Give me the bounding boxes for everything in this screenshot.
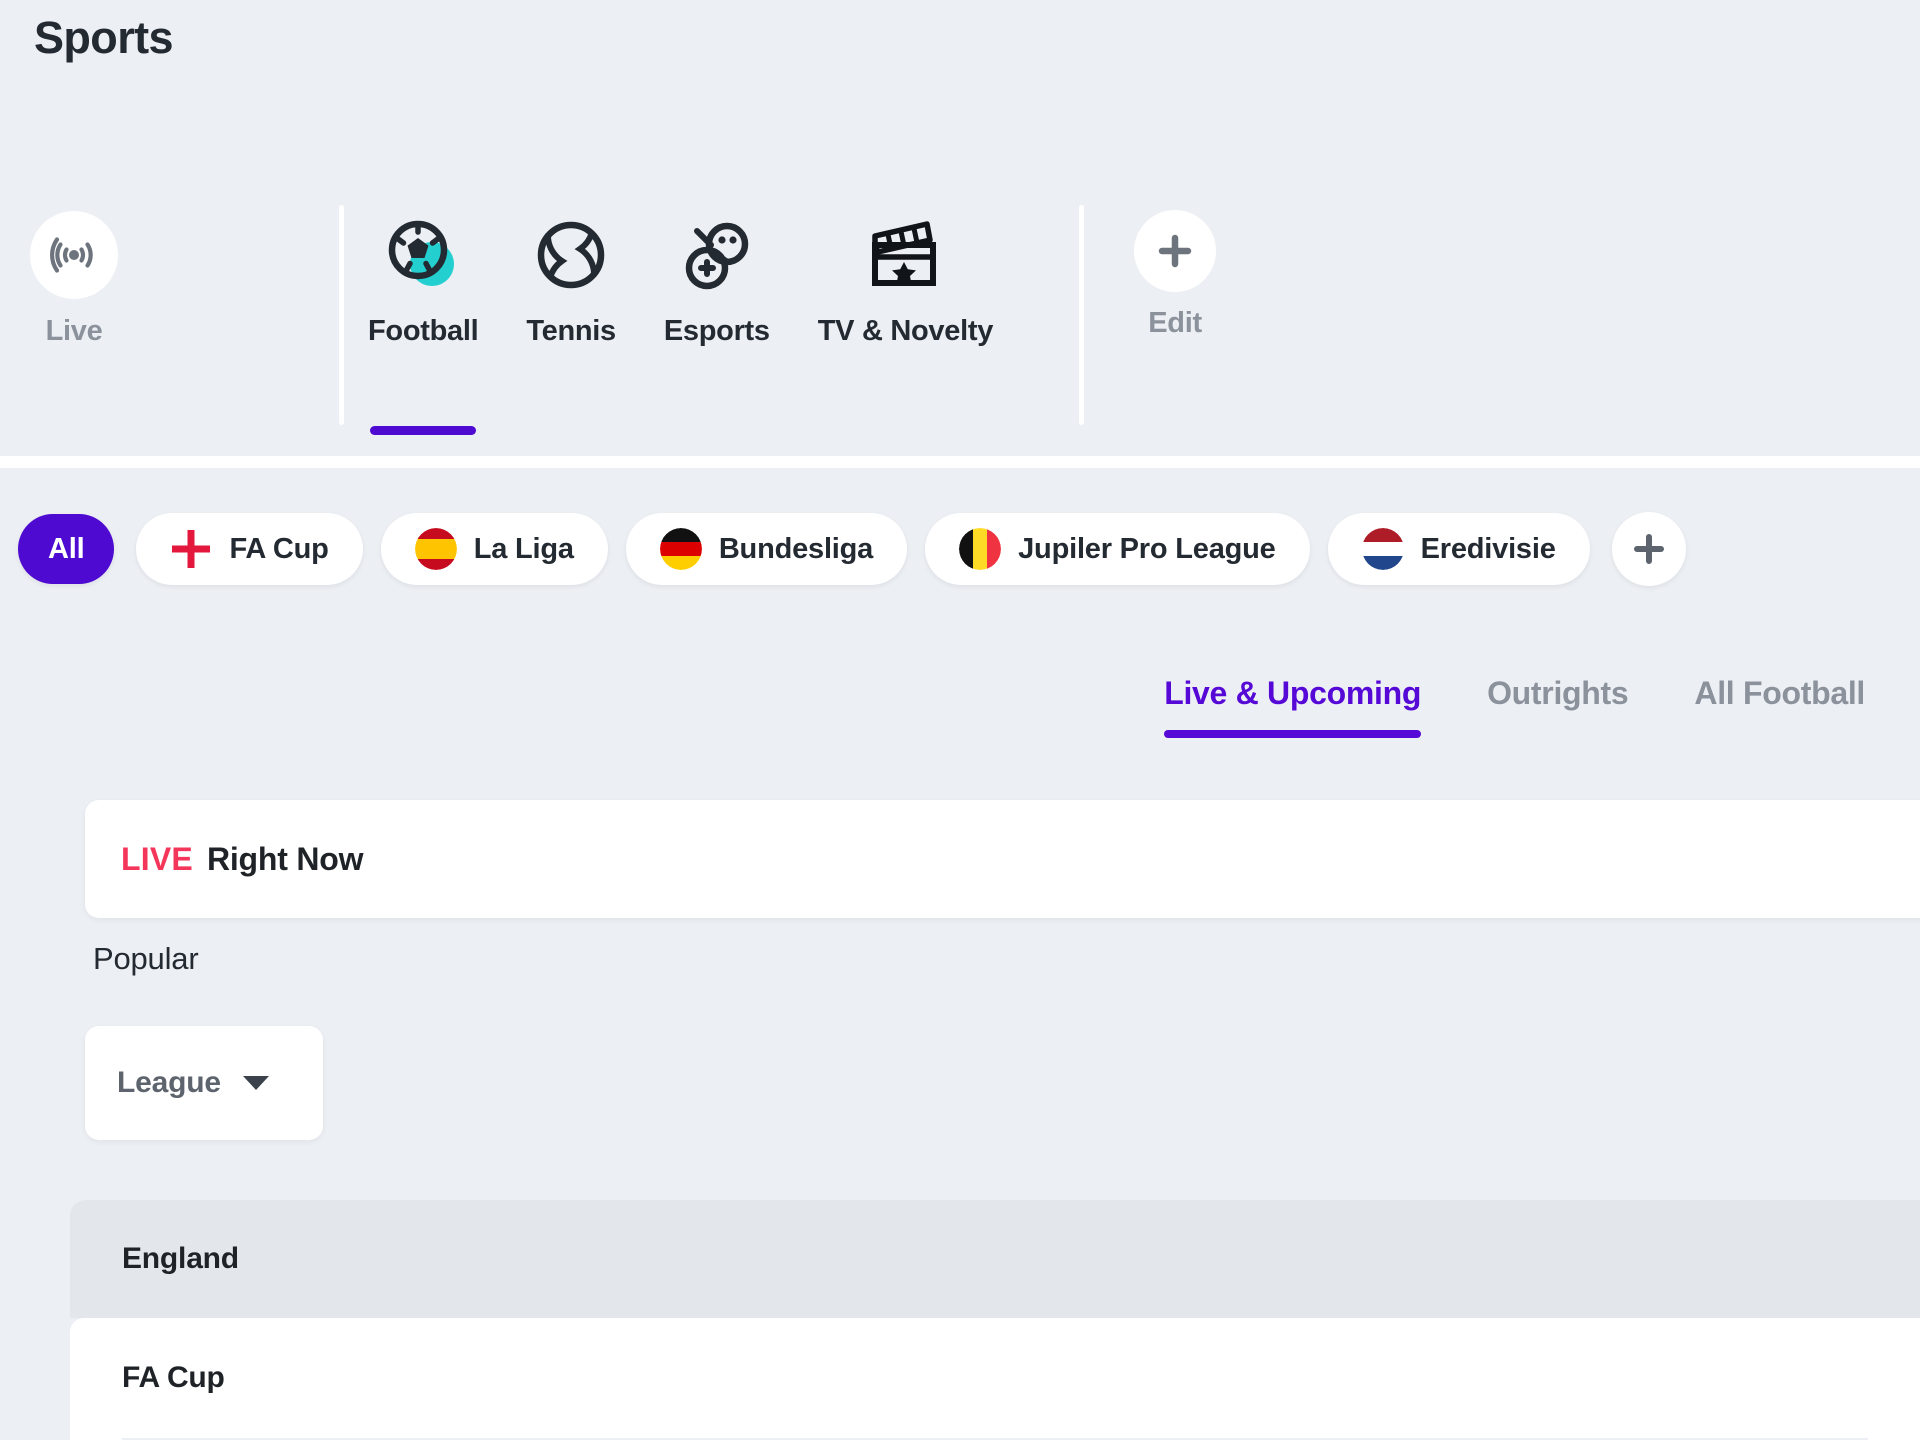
sidebar-item-label-tv-novelty: TV & Novelty bbox=[817, 315, 994, 347]
league-pill-label: Bundesliga bbox=[718, 532, 874, 565]
active-tab-indicator bbox=[370, 426, 477, 435]
live-right-now-card[interactable]: LIVE Right Now bbox=[85, 800, 1920, 918]
add-league-button[interactable] bbox=[1611, 512, 1686, 586]
league-pill-jupiler-pro-league[interactable]: Jupiler Pro League bbox=[925, 513, 1310, 585]
clapperboard-icon bbox=[872, 221, 937, 286]
sidebar-item-tennis[interactable]: Tennis bbox=[502, 195, 640, 435]
live-badge: LIVE bbox=[121, 840, 193, 877]
edit-sports-button[interactable]: Edit bbox=[1084, 195, 1240, 435]
edit-circle bbox=[1134, 210, 1217, 292]
country-group-england: England FA Cup bbox=[70, 1200, 1920, 1440]
league-pill-label: Jupiler Pro League bbox=[1018, 532, 1276, 565]
football-icon-wrap bbox=[380, 195, 466, 315]
tab-all-football[interactable]: All Football bbox=[1694, 675, 1865, 738]
page-title: Sports bbox=[34, 12, 174, 63]
sidebar-item-label-football: Football bbox=[368, 315, 479, 347]
league-pill-fa-cup[interactable]: FA Cup bbox=[136, 513, 363, 585]
chevron-down-icon bbox=[242, 1076, 269, 1090]
edit-icon-wrap bbox=[1134, 195, 1217, 307]
sidebar-item-label-tennis: Tennis bbox=[526, 315, 616, 347]
league-pill-all[interactable]: All bbox=[18, 514, 115, 584]
germany-flag-icon bbox=[659, 528, 702, 570]
list-item[interactable]: FA Cup bbox=[122, 1318, 1868, 1440]
england-flag-icon bbox=[170, 528, 213, 570]
sidebar-item-tv-novelty[interactable]: TV & Novelty bbox=[794, 195, 1017, 435]
league-filter-label: League bbox=[117, 1066, 221, 1099]
nav-separator bbox=[0, 456, 1920, 468]
tennis-icon-wrap bbox=[531, 195, 611, 315]
league-pill-eredivisie[interactable]: Eredivisie bbox=[1327, 513, 1590, 585]
live-icon-wrap bbox=[30, 195, 118, 315]
league-pill-label: FA Cup bbox=[229, 532, 329, 565]
sidebar-item-live[interactable]: Live bbox=[0, 195, 154, 435]
sidebar-item-label-live: Live bbox=[45, 315, 103, 347]
sidebar-item-label-esports: Esports bbox=[663, 315, 770, 347]
sidebar-item-football[interactable]: Football bbox=[344, 195, 502, 435]
popular-heading: Popular bbox=[93, 941, 199, 976]
sport-navigation: Live Football Tennis Esports TV & Novelt… bbox=[0, 195, 1920, 465]
football-icon bbox=[388, 220, 455, 286]
edit-label: Edit bbox=[1148, 307, 1202, 339]
tab-outrights[interactable]: Outrights bbox=[1487, 675, 1629, 738]
netherlands-flag-icon bbox=[1361, 528, 1404, 570]
belgium-flag-icon bbox=[959, 528, 1002, 570]
league-pill-all-label: All bbox=[48, 532, 85, 565]
plus-icon bbox=[1158, 234, 1192, 268]
tab-live-upcoming[interactable]: Live & Upcoming bbox=[1164, 675, 1421, 738]
league-row-name: FA Cup bbox=[122, 1361, 225, 1394]
spain-flag-icon bbox=[414, 528, 457, 570]
league-pill-la-liga[interactable]: La Liga bbox=[380, 513, 608, 585]
league-filter-dropdown[interactable]: League bbox=[85, 1026, 323, 1140]
country-name: England bbox=[122, 1242, 239, 1275]
tv-novelty-icon-wrap bbox=[864, 195, 946, 315]
tennis-ball-icon bbox=[537, 221, 605, 289]
sports-page: Sports Live Football Tennis Esports TV &… bbox=[0, 0, 1920, 1440]
country-header: England bbox=[70, 1200, 1920, 1318]
esports-icon-wrap bbox=[677, 195, 757, 315]
plus-icon bbox=[1633, 534, 1664, 564]
live-card-title: Right Now bbox=[206, 840, 364, 877]
league-pill-label: Eredivisie bbox=[1420, 532, 1556, 565]
content-tabs: Live & Upcoming Outrights All Football bbox=[0, 675, 1920, 770]
league-pill-label: La Liga bbox=[473, 532, 574, 565]
league-pill-bundesliga[interactable]: Bundesliga bbox=[625, 513, 908, 585]
sidebar-item-esports[interactable]: Esports bbox=[640, 195, 794, 435]
gamepad-icon bbox=[685, 222, 749, 290]
live-circle bbox=[30, 211, 118, 299]
radar-icon bbox=[50, 237, 93, 273]
league-list-card: FA Cup bbox=[70, 1318, 1920, 1440]
league-filter-pills: All FA Cup La Liga Bundesliga Jupiler Pr… bbox=[0, 505, 1920, 593]
